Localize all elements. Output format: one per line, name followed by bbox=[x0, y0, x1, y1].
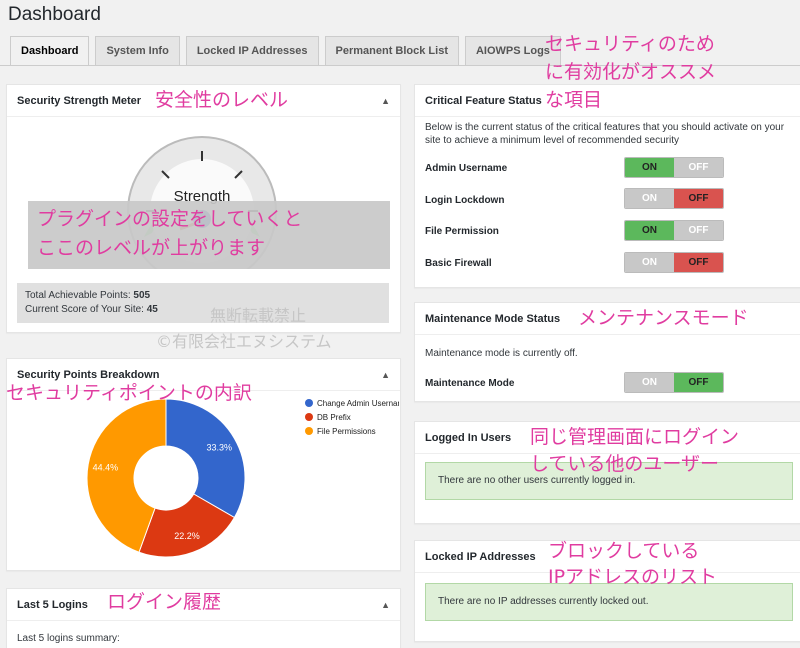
tab-permanent-block[interactable]: Permanent Block List bbox=[324, 36, 459, 65]
logged-in-users-title: Logged In Users bbox=[425, 432, 512, 444]
basic-firewall-toggle[interactable]: ON OFF bbox=[624, 252, 724, 273]
tab-bar: Dashboard System Info Locked IP Addresse… bbox=[10, 36, 567, 66]
basic-firewall-label: Basic Firewall bbox=[425, 258, 492, 269]
breakdown-donut-chart: 33.3% 22.2% 44.4% Change Admin Username DB P… bbox=[86, 398, 399, 558]
admin-username-toggle[interactable]: ON OFF bbox=[624, 157, 724, 178]
pie-value-label-1: 22.2% bbox=[174, 531, 200, 541]
last-logins-summary: Last 5 logins summary: bbox=[17, 633, 120, 644]
last-logins-title: Last 5 Logins bbox=[17, 599, 88, 611]
admin-username-label: Admin Username bbox=[425, 163, 508, 174]
annotation-recommended-3: な項目 bbox=[545, 89, 603, 111]
login-lockdown-toggle[interactable]: ON OFF bbox=[624, 188, 724, 209]
current-score-label: Current Score of Your Site: bbox=[25, 304, 147, 315]
annotation-locked-1: ブロックしている bbox=[548, 540, 700, 562]
total-points: Total Achievable Points: 505 bbox=[25, 290, 381, 301]
legend-marker-2 bbox=[305, 427, 313, 435]
legend-marker-0 bbox=[305, 399, 313, 407]
toggle-off[interactable]: OFF bbox=[674, 221, 723, 240]
file-permission-label: File Permission bbox=[425, 226, 499, 237]
legend-marker-1 bbox=[305, 413, 313, 421]
strength-meter-title: Security Strength Meter bbox=[17, 95, 142, 107]
watermark-1: 無断転載禁止 bbox=[210, 306, 307, 325]
toggle-on[interactable]: ON bbox=[625, 373, 674, 392]
annotation-security-level: 安全性のレベル bbox=[155, 89, 289, 111]
maintenance-mode-toggle[interactable]: ON OFF bbox=[624, 372, 724, 393]
toggle-off[interactable]: OFF bbox=[674, 253, 723, 272]
annotation-recommended-2: に有効化がオススメ bbox=[545, 61, 717, 83]
breakdown-title: Security Points Breakdown bbox=[17, 369, 160, 381]
annotation-recommended-1: セキュリティのため bbox=[545, 33, 715, 55]
maintenance-title: Maintenance Mode Status bbox=[425, 313, 561, 325]
toggle-on[interactable]: ON bbox=[625, 158, 674, 177]
pie-slice-0[interactable] bbox=[165, 398, 246, 519]
tab-dashboard[interactable]: Dashboard bbox=[10, 36, 90, 66]
file-permission-toggle[interactable]: ON OFF bbox=[624, 220, 724, 241]
annotation-logged-2: している他のユーザー bbox=[530, 453, 720, 475]
annotation-maintenance: メンテナンスモード bbox=[578, 307, 749, 329]
score-panel: Total Achievable Points: 505 Current Sco… bbox=[17, 283, 389, 323]
annotation-plugin-2: ここのレベルが上がります bbox=[37, 237, 266, 259]
pie-value-label-2: 44.4% bbox=[93, 462, 119, 472]
tab-locked-ip[interactable]: Locked IP Addresses bbox=[185, 36, 319, 65]
pie-value-label-0: 33.3% bbox=[206, 442, 232, 452]
legend-label-0: Change Admin Username bbox=[317, 399, 399, 408]
tab-system-info[interactable]: System Info bbox=[95, 36, 180, 65]
critical-feature-box: Critical Feature Status Below is the cur… bbox=[414, 84, 800, 288]
login-lockdown-label: Login Lockdown bbox=[425, 195, 505, 206]
current-score-value: 45 bbox=[146, 304, 158, 315]
collapse-arrow-icon[interactable]: ▲ bbox=[381, 85, 390, 117]
critical-feature-title: Critical Feature Status bbox=[425, 95, 542, 107]
legend-label-2: File Permissions bbox=[317, 427, 376, 436]
collapse-arrow-icon[interactable]: ▲ bbox=[381, 359, 390, 391]
toggle-off[interactable]: OFF bbox=[674, 373, 723, 392]
total-points-value: 505 bbox=[133, 290, 151, 301]
current-score: Current Score of Your Site: 45 bbox=[25, 304, 381, 315]
toggle-off[interactable]: OFF bbox=[674, 189, 723, 208]
annotation-locked-2: IPアドレスのリスト bbox=[548, 566, 718, 588]
locked-ip-title: Locked IP Addresses bbox=[425, 551, 536, 563]
legend-label-1: DB Prefix bbox=[317, 413, 351, 422]
watermark-2: ©有限会社エヌシステム bbox=[156, 332, 332, 351]
annotation-breakdown: セキュリティポイントの内訳 bbox=[6, 382, 252, 404]
critical-feature-desc: Below is the current status of the criti… bbox=[425, 122, 785, 146]
critical-feature-header[interactable]: Critical Feature Status bbox=[415, 85, 800, 117]
annotation-history: ログイン履歴 bbox=[107, 591, 222, 613]
toggle-on[interactable]: ON bbox=[625, 221, 674, 240]
page-title: Dashboard bbox=[8, 4, 101, 25]
collapse-arrow-icon[interactable]: ▲ bbox=[381, 589, 390, 621]
total-points-label: Total Achievable Points: bbox=[25, 290, 134, 301]
toggle-on[interactable]: ON bbox=[625, 253, 674, 272]
annotation-plugin-1: プラグインの設定をしていくと bbox=[37, 208, 303, 230]
maintenance-mode-label: Maintenance Mode bbox=[425, 378, 515, 389]
toggle-off[interactable]: OFF bbox=[674, 158, 723, 177]
toggle-on[interactable]: ON bbox=[625, 189, 674, 208]
annotation-logged-1: 同じ管理画面にログイン bbox=[530, 426, 740, 448]
maintenance-desc: Maintenance mode is currently off. bbox=[425, 348, 578, 359]
